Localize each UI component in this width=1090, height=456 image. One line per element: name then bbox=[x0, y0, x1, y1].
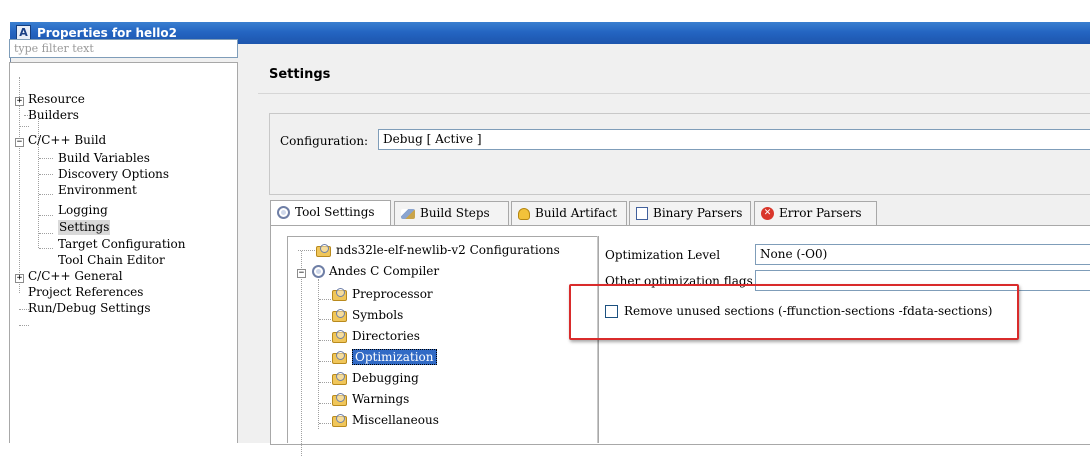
tree-item-run-debug-settings[interactable]: Run/Debug Settings bbox=[28, 301, 151, 316]
tool-tree-debugging[interactable]: Debugging bbox=[332, 371, 419, 386]
tree-item-builders[interactable]: Builders bbox=[28, 108, 79, 123]
tool-folder-icon bbox=[332, 351, 348, 364]
tool-folder-icon bbox=[332, 288, 348, 301]
tree-item-tool-chain-editor[interactable]: Tool Chain Editor bbox=[58, 253, 165, 268]
expand-cc-general-toggle[interactable]: + bbox=[15, 274, 24, 283]
tree-item-cc-build[interactable]: C/C++ Build bbox=[28, 133, 106, 148]
tool-folder-icon bbox=[332, 414, 348, 427]
tool-tree-optimization[interactable]: Optimization bbox=[332, 349, 437, 365]
configuration-label: Configuration: bbox=[280, 134, 369, 148]
compiler-gear-icon bbox=[312, 265, 325, 278]
tool-folder-icon bbox=[332, 372, 348, 385]
tree-item-cc-general[interactable]: C/C++ General bbox=[28, 269, 123, 284]
tool-folder-icon bbox=[332, 330, 348, 343]
tool-folder-icon bbox=[332, 309, 348, 322]
app-icon: A bbox=[16, 25, 31, 40]
expand-resource-toggle[interactable]: + bbox=[15, 97, 24, 106]
tool-tree-preprocessor[interactable]: Preprocessor bbox=[332, 287, 433, 302]
tool-settings-tree: nds32le-elf-newlib-v2 Configurations − A… bbox=[287, 236, 599, 456]
tool-settings-icon bbox=[277, 206, 290, 219]
header-divider bbox=[258, 93, 1090, 94]
collapse-compiler-toggle[interactable]: − bbox=[297, 269, 306, 278]
tab-tool-settings[interactable]: Tool Settings bbox=[270, 200, 391, 225]
tab-error-parsers[interactable]: ✕ Error Parsers bbox=[754, 201, 877, 225]
annotation-highlight-box bbox=[569, 284, 1019, 340]
collapse-cc-build-toggle[interactable]: − bbox=[15, 138, 24, 147]
binary-file-icon bbox=[636, 207, 648, 220]
filter-input[interactable] bbox=[9, 39, 238, 58]
tool-tree-compiler[interactable]: Andes C Compiler bbox=[312, 264, 439, 279]
navigation-tree: + Resource Builders − C/C++ Build Build … bbox=[9, 62, 238, 443]
build-steps-icon bbox=[401, 208, 415, 219]
tree-item-resource[interactable]: Resource bbox=[28, 92, 85, 107]
tool-folder-icon bbox=[316, 244, 332, 257]
tool-tree-miscellaneous[interactable]: Miscellaneous bbox=[332, 413, 439, 428]
tool-tree-configurations[interactable]: nds32le-elf-newlib-v2 Configurations bbox=[316, 243, 560, 258]
tree-item-build-variables[interactable]: Build Variables bbox=[58, 151, 150, 166]
trophy-icon bbox=[518, 207, 530, 220]
tool-tree-symbols[interactable]: Symbols bbox=[332, 308, 403, 323]
tab-build-artifact[interactable]: Build Artifact bbox=[511, 201, 627, 225]
optimization-level-label: Optimization Level bbox=[605, 248, 721, 262]
tree-item-target-configuration[interactable]: Target Configuration bbox=[58, 237, 185, 252]
tree-item-logging[interactable]: Logging bbox=[58, 203, 108, 218]
tree-item-environment[interactable]: Environment bbox=[58, 183, 137, 198]
tool-tree-warnings[interactable]: Warnings bbox=[332, 392, 409, 407]
tab-build-steps[interactable]: Build Steps bbox=[394, 201, 509, 225]
tree-item-project-references[interactable]: Project References bbox=[28, 285, 143, 300]
optimization-level-select[interactable]: None (-O0) bbox=[755, 244, 1090, 265]
tab-binary-parsers[interactable]: Binary Parsers bbox=[629, 201, 751, 225]
tree-item-discovery-options[interactable]: Discovery Options bbox=[58, 167, 169, 182]
error-icon: ✕ bbox=[761, 207, 774, 220]
configuration-select[interactable]: Debug [ Active ] bbox=[378, 129, 1090, 150]
page-title: Settings bbox=[269, 67, 331, 82]
tool-folder-icon bbox=[332, 393, 348, 406]
tool-tree-directories[interactable]: Directories bbox=[332, 329, 420, 344]
tree-item-settings[interactable]: Settings bbox=[58, 220, 111, 235]
configuration-group bbox=[269, 113, 1090, 195]
